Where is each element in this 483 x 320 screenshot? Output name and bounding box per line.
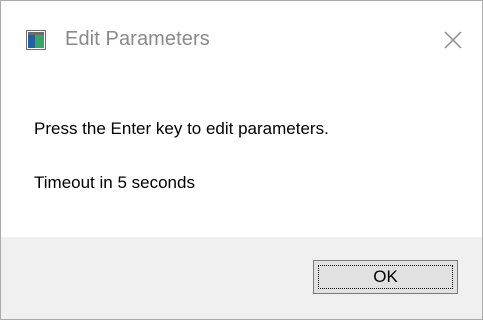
application-window-icon [26, 30, 46, 50]
title-bar[interactable]: Edit Parameters [1, 1, 482, 81]
dialog-content: Press the Enter key to edit parameters. … [1, 81, 482, 237]
close-icon [444, 31, 462, 49]
ok-button[interactable]: OK [313, 260, 458, 294]
dialog-footer: OK [1, 237, 482, 319]
ok-button-label: OK [373, 267, 398, 286]
window-title: Edit Parameters [65, 28, 210, 50]
instruction-message: Press the Enter key to edit parameters. [34, 119, 329, 138]
close-button[interactable] [438, 25, 468, 55]
timeout-message: Timeout in 5 seconds [34, 173, 195, 192]
edit-parameters-dialog: Edit Parameters Press the Enter key to e… [0, 0, 483, 320]
